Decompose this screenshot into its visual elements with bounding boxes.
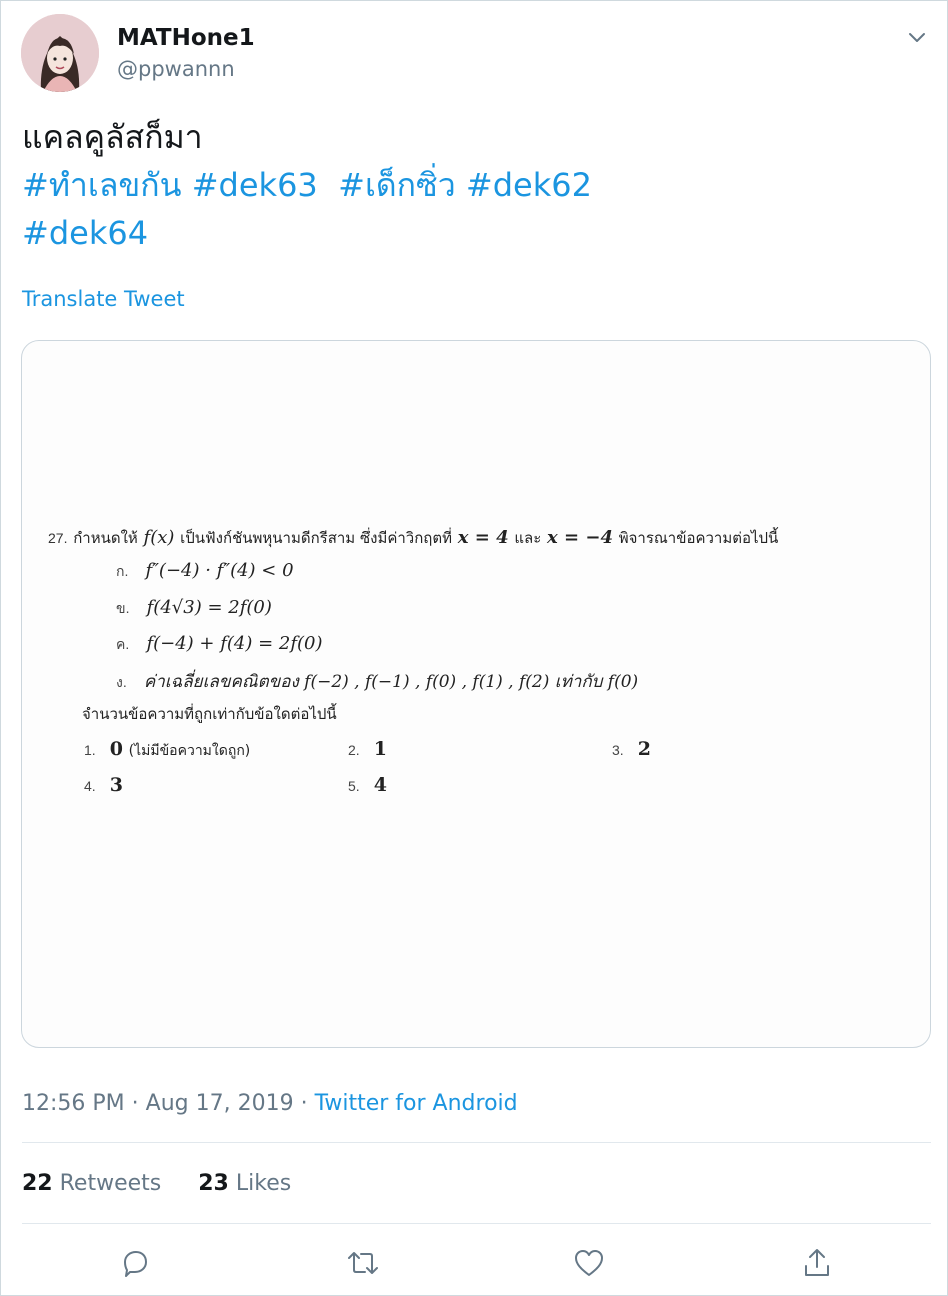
avatar[interactable] bbox=[21, 14, 99, 92]
statement-label: ก. bbox=[116, 563, 129, 579]
statement-label: ค. bbox=[116, 636, 130, 652]
statement: ข. f(4√3) = 2f(0) bbox=[116, 597, 272, 620]
answer-choice: 5. 4 bbox=[348, 774, 387, 796]
choice-value: 0 bbox=[109, 738, 123, 760]
answer-choice: 1. 0 (ไม่มีข้อความใดถูก) bbox=[84, 738, 250, 762]
tweet-date[interactable]: Aug 17, 2019 bbox=[146, 1091, 294, 1116]
meta-separator: · bbox=[131, 1091, 139, 1116]
tweet-text: แคลคูลัสก็มา #ทำเลขกัน #dek63 #เด็กซิ่ว … bbox=[22, 113, 922, 257]
statement: ก. f″(−4) · f″(4) < 0 bbox=[116, 560, 294, 583]
choice-note: (ไม่มีข้อความใดถูก) bbox=[128, 743, 251, 759]
choice-number: 1. bbox=[84, 742, 96, 758]
question-number: 27. bbox=[48, 530, 68, 546]
statement: ง. ค่าเฉลี่ยเลขคณิตของ f(−2) , f(−1) , f… bbox=[116, 668, 638, 695]
hashtag-link[interactable]: #dek64 bbox=[22, 214, 148, 252]
choice-number: 3. bbox=[612, 742, 624, 758]
likes-stat[interactable]: 23 Likes bbox=[198, 1171, 291, 1196]
answer-choice: 3. 2 bbox=[612, 738, 651, 760]
hashtag-link[interactable]: #dek63 bbox=[192, 166, 318, 204]
choice-value: 2 bbox=[637, 738, 651, 760]
display-name[interactable]: MATHone1 bbox=[117, 25, 255, 51]
question-line: 27. กำหนดให้ f(x) เป็นฟังก์ชันพหุนามดีกร… bbox=[48, 526, 778, 550]
tweet-stats: 22 Retweets 23 Likes bbox=[22, 1171, 321, 1196]
statement-label: ง. bbox=[116, 674, 127, 690]
statement-text: ค่าเฉลี่ยเลขคณิตของ f(−2) , f(−1) , f(0)… bbox=[143, 672, 639, 692]
choice-number: 5. bbox=[348, 778, 360, 794]
hashtag-line: #dek64 bbox=[22, 209, 922, 257]
answer-choice: 2. 1 bbox=[348, 738, 387, 760]
user-handle[interactable]: @ppwannn bbox=[117, 57, 235, 81]
statement-label: ข. bbox=[116, 600, 130, 616]
meta-separator: · bbox=[300, 1091, 308, 1116]
chevron-down-icon[interactable] bbox=[903, 23, 931, 51]
answer-prompt: จำนวนข้อความที่ถูกเท่ากับข้อใดต่อไปนี้ bbox=[82, 705, 337, 723]
question-text: พิจารณาข้อความต่อไปนี้ bbox=[618, 529, 779, 547]
question-text: กำหนดให้ bbox=[73, 529, 138, 547]
tweet-time[interactable]: 12:56 PM bbox=[22, 1091, 125, 1116]
heart-icon[interactable] bbox=[571, 1245, 607, 1281]
math-expression: x = −4 bbox=[547, 527, 613, 548]
retweets-label: Retweets bbox=[59, 1171, 162, 1196]
likes-count: 23 bbox=[198, 1171, 229, 1196]
retweet-icon[interactable] bbox=[345, 1245, 381, 1281]
choice-value: 3 bbox=[109, 774, 123, 796]
question-text: และ bbox=[514, 529, 542, 547]
question-text: เป็นฟังก์ชันพหุนามดีกรีสาม ซึ่งมีค่าวิกฤ… bbox=[180, 529, 453, 547]
choice-number: 4. bbox=[84, 778, 96, 794]
tweet-meta: 12:56 PM · Aug 17, 2019 · Twitter for An… bbox=[22, 1091, 518, 1116]
statement: ค. f(−4) + f(4) = 2f(0) bbox=[116, 633, 323, 656]
tweet-card: MATHone1 @ppwannn แคลคูลัสก็มา #ทำเลขกัน… bbox=[0, 0, 948, 1296]
choice-number: 2. bbox=[348, 742, 360, 758]
likes-label: Likes bbox=[235, 1171, 292, 1196]
reply-icon[interactable] bbox=[117, 1245, 153, 1281]
translate-tweet-link[interactable]: Translate Tweet bbox=[22, 287, 185, 311]
tweet-source-link[interactable]: Twitter for Android bbox=[315, 1091, 518, 1116]
retweets-stat[interactable]: 22 Retweets bbox=[22, 1171, 161, 1196]
media-image[interactable]: 27. กำหนดให้ f(x) เป็นฟังก์ชันพหุนามดีกร… bbox=[21, 340, 931, 1048]
retweets-count: 22 bbox=[22, 1171, 53, 1196]
avatar-illustration bbox=[21, 14, 99, 92]
choice-value: 4 bbox=[373, 774, 387, 796]
choice-value: 1 bbox=[373, 738, 387, 760]
tweet-text-line: แคลคูลัสก็มา bbox=[22, 118, 203, 156]
answer-choice: 4. 3 bbox=[84, 774, 123, 796]
statement-text: f(4√3) = 2f(0) bbox=[146, 597, 272, 618]
math-expression: x = 4 bbox=[457, 527, 509, 548]
statement-text: f(−4) + f(4) = 2f(0) bbox=[146, 633, 323, 654]
divider bbox=[22, 1223, 931, 1224]
hashtag-link[interactable]: #dek62 bbox=[466, 166, 592, 204]
action-bar bbox=[1, 1245, 948, 1281]
divider bbox=[22, 1142, 931, 1143]
hashtag-line: #ทำเลขกัน #dek63 #เด็กซิ่ว #dek62 bbox=[22, 161, 922, 209]
math-expression: f(x) bbox=[143, 527, 175, 548]
share-icon[interactable] bbox=[799, 1245, 835, 1281]
hashtag-link[interactable]: #ทำเลขกัน bbox=[22, 166, 182, 204]
hashtag-link[interactable]: #เด็กซิ่ว bbox=[338, 166, 456, 204]
statement-text: f″(−4) · f″(4) < 0 bbox=[145, 560, 294, 581]
